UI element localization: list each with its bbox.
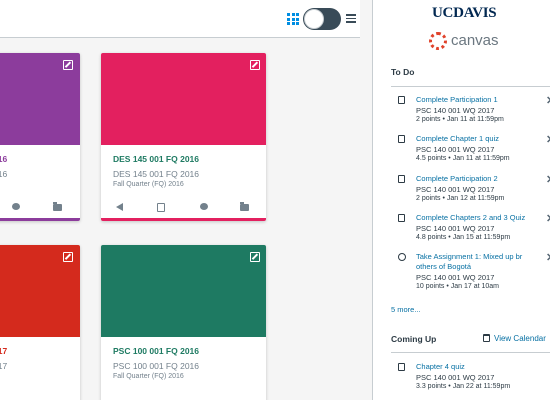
todo-item: Complete Chapter 1 quiz PSC 140 001 WQ 2… [391, 130, 550, 166]
folder-icon[interactable] [53, 202, 62, 211]
view-toggle[interactable] [303, 8, 341, 30]
todo-meta: 2 points • Jan 12 at 11:59pm [416, 195, 505, 202]
card-subtitle: PSC 100 001 FQ 2016 [113, 361, 200, 371]
assignment-icon [398, 214, 405, 222]
view-calendar-link[interactable]: View Calendar [494, 334, 546, 343]
assignment-icon [398, 96, 405, 104]
todo-link[interactable]: Complete Participation 1 [416, 95, 498, 104]
todo-link[interactable]: Complete Chapters 2 and 3 Quiz [416, 213, 525, 222]
assignments-icon[interactable] [157, 203, 165, 212]
discussion-icon[interactable] [12, 203, 20, 210]
todo-course: PSC 140 001 WQ 2017 [416, 145, 495, 154]
course-card[interactable]: 016 016 [0, 53, 80, 221]
course-card[interactable]: 017 017 [0, 245, 80, 400]
assignment-icon [398, 135, 405, 143]
edit-icon[interactable] [250, 60, 260, 70]
calendar-icon [483, 334, 490, 342]
card-title[interactable]: DES 145 001 FQ 2016 [113, 154, 199, 164]
todo-link[interactable]: Complete Participation 2 [416, 174, 498, 183]
card-subtitle: 016 [0, 169, 8, 179]
coming-up-meta: 3.3 points • Jan 22 at 11:59pm [416, 383, 511, 390]
canvas-logo-icon [429, 32, 447, 50]
todo-meta: 2 points • Jan 11 at 11:59pm [416, 116, 504, 123]
edit-icon[interactable] [250, 252, 260, 262]
divider [391, 86, 550, 87]
assignment-icon [398, 175, 405, 183]
coming-up-item: Chapter 4 quiz PSC 140 001 WQ 2017 3.3 p… [391, 358, 550, 394]
todo-course: PSC 140 001 WQ 2017 [416, 224, 495, 233]
todo-item: Complete Chapters 2 and 3 Quiz PSC 140 0… [391, 209, 550, 245]
dismiss-icon[interactable]: ✕ [546, 173, 550, 186]
dismiss-icon[interactable]: ✕ [546, 94, 550, 107]
card-title[interactable]: PSC 100 001 FQ 2016 [113, 346, 199, 356]
todo-item: Complete Participation 2 PSC 140 001 WQ … [391, 170, 550, 206]
folder-icon[interactable] [240, 202, 249, 211]
discussion-icon[interactable] [200, 203, 208, 210]
todo-item: Take Assignment 1: Mixed up br others of… [391, 248, 550, 298]
todo-link[interactable]: Complete Chapter 1 quiz [416, 134, 499, 143]
clock-icon [398, 253, 406, 261]
card-actions [0, 202, 80, 215]
list-view-icon[interactable] [346, 14, 356, 24]
coming-up-heading: Coming Up [391, 334, 437, 344]
todo-course: PSC 140 001 WQ 2017 [416, 185, 495, 194]
card-color-bar [0, 218, 80, 221]
todo-link[interactable]: Take Assignment 1: Mixed up br [416, 252, 522, 261]
card-term: Fall Quarter (FQ) 2016 [113, 181, 184, 188]
edit-icon[interactable] [63, 60, 73, 70]
card-title[interactable]: 017 [0, 346, 7, 356]
course-card[interactable]: DES 145 001 FQ 2016 DES 145 001 FQ 2016 … [101, 53, 266, 221]
card-hero[interactable] [101, 245, 266, 337]
card-actions [101, 202, 266, 215]
card-title[interactable]: 016 [0, 154, 7, 164]
todo-heading: To Do [391, 67, 415, 77]
dismiss-icon[interactable]: ✕ [546, 212, 550, 225]
right-sidebar: UCDAVIS canvas To Do Complete Participat… [372, 0, 550, 400]
todo-meta: 10 points • Jan 17 at 10am [416, 283, 500, 290]
announcements-icon[interactable] [116, 203, 123, 211]
todo-meta: 4.5 points • Jan 11 at 11:59pm [416, 155, 510, 162]
dashboard-main: 016 016 DES 145 001 FQ 2016 DES 145 001 … [0, 0, 372, 400]
card-color-bar [101, 218, 266, 221]
card-hero[interactable] [101, 53, 266, 145]
grid-view-icon[interactable] [287, 13, 299, 25]
toggle-knob [304, 9, 324, 29]
coming-up-course: PSC 140 001 WQ 2017 [416, 373, 495, 382]
canvas-wordmark: canvas [451, 32, 499, 49]
assignment-icon [398, 363, 405, 371]
coming-up-link[interactable]: Chapter 4 quiz [416, 362, 465, 371]
divider [391, 352, 550, 353]
card-subtitle: 017 [0, 361, 8, 371]
card-term: Fall Quarter (FQ) 2016 [113, 373, 184, 380]
todo-meta: 4.8 points • Jan 15 at 11:59pm [416, 234, 511, 241]
edit-icon[interactable] [63, 252, 73, 262]
course-card[interactable]: PSC 100 001 FQ 2016 PSC 100 001 FQ 2016 … [101, 245, 266, 400]
dashboard-header [0, 0, 360, 38]
todo-course: PSC 140 001 WQ 2017 [416, 273, 495, 282]
dismiss-icon[interactable]: ✕ [546, 133, 550, 146]
card-subtitle: DES 145 001 FQ 2016 [113, 169, 200, 179]
uc-davis-logo: UCDAVIS [432, 5, 497, 21]
dismiss-icon[interactable]: ✕ [546, 251, 550, 264]
todo-item: Complete Participation 1 PSC 140 001 WQ … [391, 91, 550, 127]
more-link[interactable]: 5 more... [391, 305, 421, 314]
todo-course: PSC 140 001 WQ 2017 [416, 106, 495, 115]
todo-link-cont[interactable]: others of Bogotá [416, 262, 471, 271]
